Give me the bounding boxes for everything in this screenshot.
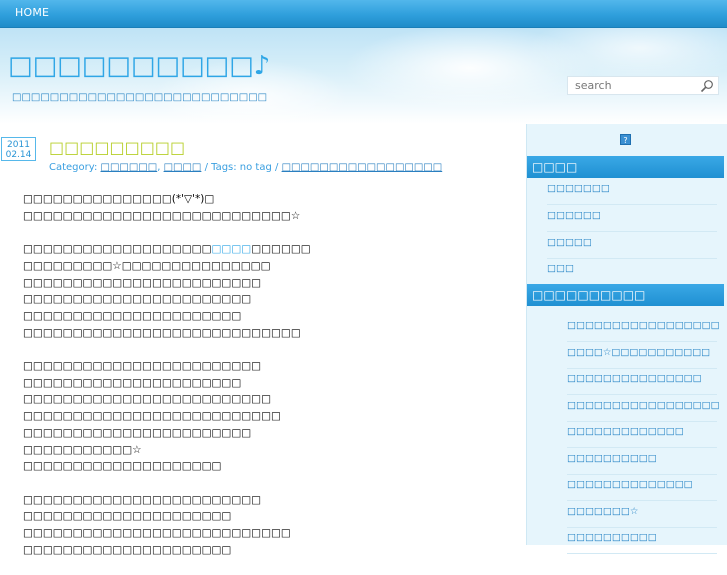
search-input[interactable]	[568, 77, 696, 94]
post-line: □□□□□□□□□□□□□□□□□□□□□□□	[23, 293, 252, 306]
sidebar-recent-item[interactable]: □□□□☆□□□□□□□□□□□	[567, 342, 717, 369]
sidebar-heading-recent: □□□□□□□□□□	[527, 284, 724, 306]
sidebar-recent-item[interactable]: □□□□□□□□□□	[567, 527, 717, 554]
post-line: □□□□□□	[251, 243, 311, 256]
nav-home-link[interactable]: HOME	[15, 6, 49, 19]
post-paragraph: □□□□□□□□□□□□□□□□□□□□□□□□ □□□□□□□□□□□□□□□…	[23, 492, 503, 559]
post-line: □□□□□□□□□□□□□□□(*'▽'*)□	[23, 193, 215, 205]
top-nav-bar: HOME	[0, 0, 727, 28]
post-line: □□□□□□□□□□□□□□□□□□□□□□□□□□□□	[23, 326, 301, 339]
comments-link[interactable]: □□□□□□□□□□□□□□□□□	[282, 162, 443, 173]
post-paragraph: □□□□□□□□□□□□□□□□□□□□□□□□ □□□□□□□□□□□□□□□…	[23, 358, 503, 475]
post-line: □□□□□□□□□□□□□□□□□□□	[23, 243, 212, 256]
sidebar-recent-item[interactable]: □□□□□□□□□□□□□□	[567, 474, 717, 501]
sidebar-recent-item[interactable]: □□□□□□□□□□	[567, 448, 717, 475]
post-line: □□□□□□□□□□□□□□□□□□□□□□□	[23, 426, 252, 439]
post-line: □□□□□□□□□□□□□□□□□□□□□	[23, 510, 232, 523]
sidebar-heading-categories: □□□□	[527, 156, 724, 178]
post-meta: Category: □□□□□□, □□□□ / Tags: no tag / …	[49, 162, 443, 173]
sidebar-category-item[interactable]: □□□□□□□	[547, 178, 717, 205]
search-icon[interactable]	[700, 79, 714, 93]
category-link[interactable]: □□□□□□	[101, 162, 158, 173]
sidebar-recent-item[interactable]: □□□□□□□□□□□□□□□	[567, 368, 717, 395]
post-title[interactable]: □□□□□□□□□	[49, 138, 185, 157]
sidebar-category-item[interactable]: □□□□□□	[547, 205, 717, 232]
post-date-badge: 2011 02.14	[1, 137, 36, 161]
site-description: □□□□□□□□□□□□□□□□□□□□□□□□□□□	[12, 92, 268, 103]
post-line: □□□□□□□□□□□□□□□□□□□□□□□□□□	[23, 410, 281, 423]
sidebar-recent-item[interactable]: □□□□□□□□□□□□□	[567, 421, 717, 448]
tags-label: / Tags: no tag /	[204, 162, 279, 173]
post-line: □□□□□□□□□□□□□□□□□□□□□□□□□	[23, 393, 272, 406]
site-title[interactable]: □□□□□□□□□□♪	[8, 51, 270, 81]
post-date-day: 02.14	[5, 150, 32, 160]
sidebar-recent-item[interactable]: □□□□□□□□□□□□□□□□□	[567, 315, 720, 342]
post-line: □□□□□□□□□□□□□□□□□□□□□□	[23, 309, 242, 322]
sidebar-category-item[interactable]: □□□	[547, 258, 717, 285]
sidebar-recent-item[interactable]: □□□□□□□□□□□□□□□□□	[567, 395, 720, 422]
help-icon[interactable]: ?	[620, 134, 631, 145]
site-header: □□□□□□□□□□♪ □□□□□□□□□□□□□□□□□□□□□□□□□□□	[0, 28, 727, 124]
category-label: Category:	[49, 162, 98, 173]
post-line: □□□□□□□□□□□□□□□□□□□□□□□□	[23, 360, 262, 372]
post-inline-link[interactable]: □□□□	[212, 243, 252, 255]
post-line: □□□□□□□□□□□□□□□□□□□□□□□□□□□	[23, 527, 291, 540]
post-line: □□□□□□□□□□□□□□□□□□□□	[23, 460, 222, 473]
post-line: □□□□□□□□□□□☆	[23, 443, 142, 456]
post-date-year: 2011	[7, 140, 30, 150]
sidebar-recent-item[interactable]: □□□□□□□☆	[567, 501, 717, 528]
post-line: □□□□□□□□□□□□□□□□□□□□□□	[23, 376, 242, 389]
post-line: □□□□□□□□□□□□□□□□□□□□□□□□□□□☆	[23, 209, 301, 222]
post-paragraph: □□□□□□□□□□□□□□□(*'▽'*)□ □□□□□□□□□□□□□□□□…	[23, 191, 503, 224]
sidebar: ? □□□□ □□□□□□□ □□□□□□ □□□□□ □□□ □□□□□□□□…	[526, 124, 727, 554]
post-line: □□□□□□□□□□□□□□□□□□□□□□□□	[23, 493, 262, 506]
post-paragraph: □□□□□□□□□□□□□□□□□□□□□□□□□□□□□ □□□□□□□□□☆…	[23, 241, 503, 341]
category-link[interactable]: □□□□	[164, 162, 202, 173]
post-line: □□□□□□□□□□□□□□□□□□□□□□□□	[23, 276, 262, 289]
post-body: □□□□□□□□□□□□□□□(*'▽'*)□ □□□□□□□□□□□□□□□□…	[23, 191, 503, 575]
post-line: □□□□□□□□□□□□□□□□□□□□□	[23, 543, 232, 556]
search-box	[567, 76, 719, 95]
sidebar-category-item[interactable]: □□□□□	[547, 232, 717, 259]
post-line: □□□□□□□□□☆□□□□□□□□□□□□□□□	[23, 259, 271, 272]
